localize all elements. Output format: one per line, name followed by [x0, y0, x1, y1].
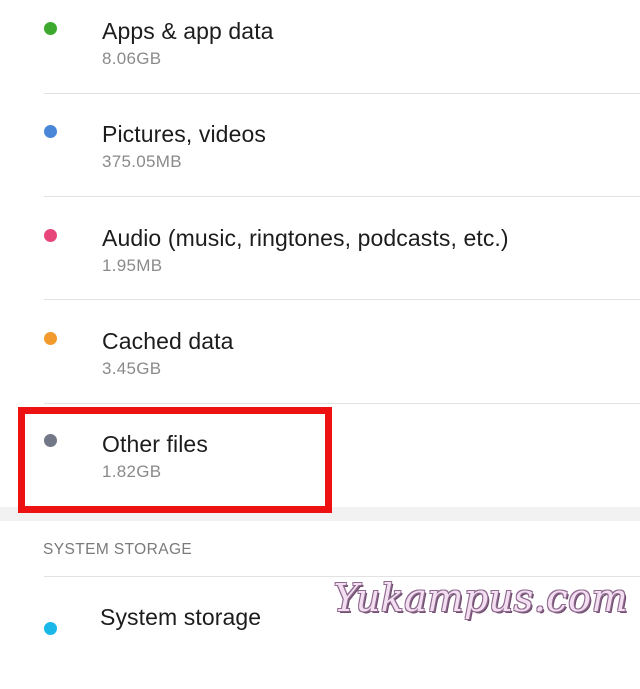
- storage-item-size: 375.05MB: [102, 152, 182, 171]
- storage-item-cached[interactable]: Cached data 3.45GB: [0, 309, 640, 412]
- category-dot-icon: [44, 229, 57, 242]
- category-dot-icon: [44, 332, 57, 345]
- category-dot-icon: [44, 125, 57, 138]
- divider: [44, 93, 640, 94]
- divider: [44, 196, 640, 197]
- watermark: Yukampus.com: [333, 576, 628, 620]
- storage-item-label: Apps & app data: [102, 18, 274, 44]
- section-header-system-storage: SYSTEM STORAGE: [43, 541, 193, 558]
- storage-item-audio[interactable]: Audio (music, ringtones, podcasts, etc.)…: [0, 206, 640, 309]
- category-dot-icon: [44, 622, 57, 635]
- storage-item-label: Cached data: [102, 328, 234, 354]
- storage-item-size: 1.95MB: [102, 256, 163, 275]
- storage-item-label: System storage: [100, 604, 262, 630]
- divider: [44, 299, 640, 300]
- storage-item-label: Pictures, videos: [102, 121, 266, 147]
- storage-item-label: Audio (music, ringtones, podcasts, etc.): [102, 225, 509, 251]
- storage-item-size: 8.06GB: [102, 49, 162, 68]
- storage-item-apps[interactable]: Apps & app data 8.06GB: [0, 0, 640, 103]
- category-dot-icon: [44, 22, 57, 35]
- divider: [44, 403, 640, 404]
- storage-screen: Apps & app data 8.06GB Pictures, videos …: [0, 0, 640, 640]
- storage-item-pictures[interactable]: Pictures, videos 375.05MB: [0, 103, 640, 206]
- storage-item-size: 3.45GB: [102, 359, 162, 378]
- highlight-annotation-box: [18, 407, 332, 513]
